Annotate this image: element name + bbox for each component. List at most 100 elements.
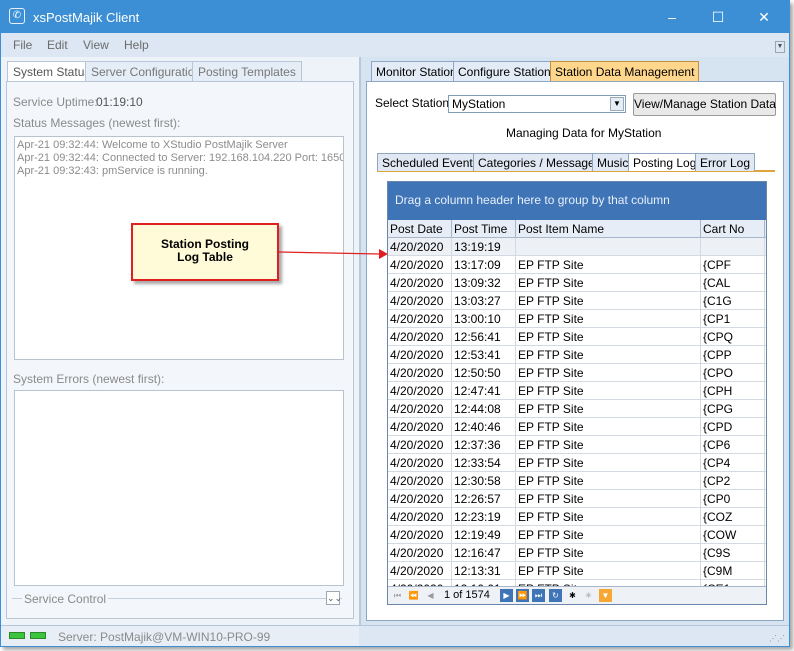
resize-grip-icon[interactable]: ⋰⋰	[769, 634, 785, 643]
cell-post-time: 12:37:36	[452, 436, 516, 454]
view-manage-station-data-button[interactable]: View/Manage Station Data	[633, 93, 776, 116]
cell-post-item-name: EP FTP Site	[516, 526, 701, 544]
group-by-bar[interactable]: Drag a column header here to group by th…	[388, 182, 766, 220]
cell-post-date: 4/20/2020	[388, 346, 452, 364]
cell-cart-no: {COW	[701, 526, 765, 544]
tab-monitor-station[interactable]: Monitor Station	[371, 61, 462, 81]
uptime-value: 01:19:10	[96, 95, 143, 109]
table-row[interactable]: 4/20/2020 12:56:41 EP FTP Site {CPQ	[388, 328, 766, 346]
cell-post-date: 4/20/2020	[388, 490, 452, 508]
menu-edit[interactable]: Edit	[47, 38, 68, 52]
delete-record-icon[interactable]: ✳	[582, 589, 595, 602]
system-errors-label: System Errors (newest first):	[13, 372, 165, 386]
table-row[interactable]: 4/20/2020 12:50:50 EP FTP Site {CPO	[388, 364, 766, 382]
grid-header: Post Date Post Time Post Item Name Cart …	[388, 220, 766, 238]
table-row[interactable]: 4/20/2020 12:19:49 EP FTP Site {COW	[388, 526, 766, 544]
table-row[interactable]: 4/20/2020 12:37:36 EP FTP Site {CP6	[388, 436, 766, 454]
menu-overflow-icon[interactable]: ▼	[775, 41, 785, 53]
close-button[interactable]: ✕	[741, 1, 787, 33]
expand-chevron-icon[interactable]: ⌄⌄	[326, 591, 342, 605]
table-row[interactable]: 4/20/2020 13:00:10 EP FTP Site {CP1	[388, 310, 766, 328]
dropdown-arrow-icon[interactable]: ▼	[610, 97, 624, 111]
cell-post-time: 12:40:46	[452, 418, 516, 436]
cell-cart-no: {CP1	[701, 310, 765, 328]
cell-post-time: 13:09:32	[452, 274, 516, 292]
cell-cart-no: {CPH	[701, 382, 765, 400]
cell-post-item-name: EP FTP Site	[516, 508, 701, 526]
uptime-label: Service Uptime:	[13, 95, 98, 109]
cell-cart-no	[701, 238, 765, 256]
tab-system-status[interactable]: System Status	[7, 61, 97, 81]
cell-cart-no: {CPO	[701, 364, 765, 382]
refresh-icon[interactable]: ↻	[549, 589, 562, 602]
table-row[interactable]: 4/20/2020 12:16:47 EP FTP Site {C9S	[388, 544, 766, 562]
table-row[interactable]: 4/20/2020 12:40:46 EP FTP Site {CPD	[388, 418, 766, 436]
table-row[interactable]: 4/20/2020 13:03:27 EP FTP Site {C1G	[388, 292, 766, 310]
tab-categories-messages[interactable]: Categories / Messages	[473, 153, 606, 171]
page-info: 1 of 1574	[444, 589, 490, 601]
table-row[interactable]: 4/20/2020 12:30:58 EP FTP Site {CP2	[388, 472, 766, 490]
cell-post-item-name: EP FTP Site	[516, 472, 701, 490]
grid-navigator: ⏮ ⏪ ◀ 1 of 1574 ▶ ⏩ ⏭ ↻ ✱ ✳ ▼	[388, 586, 766, 604]
tab-station-data-management[interactable]: Station Data Management	[550, 61, 700, 81]
status-led-icon	[30, 632, 46, 639]
column-header-post-item-name[interactable]: Post Item Name	[516, 220, 701, 238]
service-control-label: Service Control	[22, 592, 109, 606]
column-header-cart-no[interactable]: Cart No	[701, 220, 765, 238]
prev-page-icon[interactable]: ⏪	[407, 589, 420, 602]
cell-post-time: 12:47:41	[452, 382, 516, 400]
table-row[interactable]: 4/20/2020 12:44:08 EP FTP Site {CPG	[388, 400, 766, 418]
tab-posting-templates[interactable]: Posting Templates	[192, 61, 302, 81]
last-page-icon[interactable]: ⏭	[532, 589, 545, 602]
column-header-post-time[interactable]: Post Time	[452, 220, 516, 238]
cell-post-time: 13:19:19	[452, 238, 516, 256]
cell-post-item-name: EP FTP Site	[516, 382, 701, 400]
cell-post-date: 4/20/2020	[388, 274, 452, 292]
cell-cart-no: {CAL	[701, 274, 765, 292]
cell-cart-no: {CP6	[701, 436, 765, 454]
status-bar: Server: PostMajik@VM-WIN10-PRO-99 ⋰⋰	[1, 625, 789, 646]
column-header-post-date[interactable]: Post Date	[388, 220, 452, 238]
table-row[interactable]: 4/20/2020 13:17:09 EP FTP Site {CPF	[388, 256, 766, 274]
first-page-icon[interactable]: ⏮	[391, 589, 404, 602]
table-row[interactable]: 4/20/2020 12:33:54 EP FTP Site {CP4	[388, 454, 766, 472]
tab-posting-log[interactable]: Posting Log	[628, 153, 702, 171]
cell-post-item-name: EP FTP Site	[516, 292, 701, 310]
cell-post-date: 4/20/2020	[388, 238, 452, 256]
tab-configure-stations[interactable]: Configure Stations	[453, 61, 562, 81]
cell-post-date: 4/20/2020	[388, 328, 452, 346]
grid-rows: 4/20/2020 13:19:19 4/20/2020 13:17:09 EP FTP…	[388, 238, 766, 586]
station-select[interactable]: MyStation ▼	[448, 95, 626, 113]
table-row[interactable]: 4/20/2020 12:26:57 EP FTP Site {CP0	[388, 490, 766, 508]
cell-post-date: 4/20/2020	[388, 418, 452, 436]
tab-error-log[interactable]: Error Log	[695, 153, 756, 171]
table-row[interactable]: 4/20/2020 13:19:19	[388, 238, 766, 256]
prev-record-icon[interactable]: ◀	[424, 589, 437, 602]
cell-post-time: 12:23:19	[452, 508, 516, 526]
filter-icon[interactable]: ▼	[599, 589, 612, 602]
menu-bar: File Edit View Help ▼	[1, 33, 789, 57]
system-errors-box[interactable]	[14, 390, 344, 586]
cell-cart-no: {CP0	[701, 490, 765, 508]
system-status-panel: Service Uptime: 01:19:10 Status Messages…	[6, 81, 354, 619]
insert-record-icon[interactable]: ✱	[566, 589, 579, 602]
table-row[interactable]: 4/20/2020 12:47:41 EP FTP Site {CPH	[388, 382, 766, 400]
cell-post-date: 4/20/2020	[388, 508, 452, 526]
table-row[interactable]: 4/20/2020 13:09:32 EP FTP Site {CAL	[388, 274, 766, 292]
menu-view[interactable]: View	[83, 38, 109, 52]
status-led-icon	[9, 632, 25, 639]
table-row[interactable]: 4/20/2020 12:13:31 EP FTP Site {C9M	[388, 562, 766, 580]
tab-server-configuration[interactable]: Server Configuration	[85, 61, 208, 81]
menu-help[interactable]: Help	[124, 38, 149, 52]
next-record-icon[interactable]: ▶	[500, 589, 513, 602]
menu-file[interactable]: File	[13, 38, 32, 52]
cell-post-time: 12:44:08	[452, 400, 516, 418]
minimize-button[interactable]: –	[649, 1, 695, 33]
table-row[interactable]: 4/20/2020 12:23:19 EP FTP Site {COZ	[388, 508, 766, 526]
next-page-icon[interactable]: ⏩	[516, 589, 529, 602]
tab-scheduled-events[interactable]: Scheduled Events	[377, 153, 484, 171]
cell-cart-no: {CP2	[701, 472, 765, 490]
table-row[interactable]: 4/20/2020 12:53:41 EP FTP Site {CPP	[388, 346, 766, 364]
status-messages-label: Status Messages (newest first):	[13, 116, 181, 130]
maximize-button[interactable]: ☐	[695, 1, 741, 33]
